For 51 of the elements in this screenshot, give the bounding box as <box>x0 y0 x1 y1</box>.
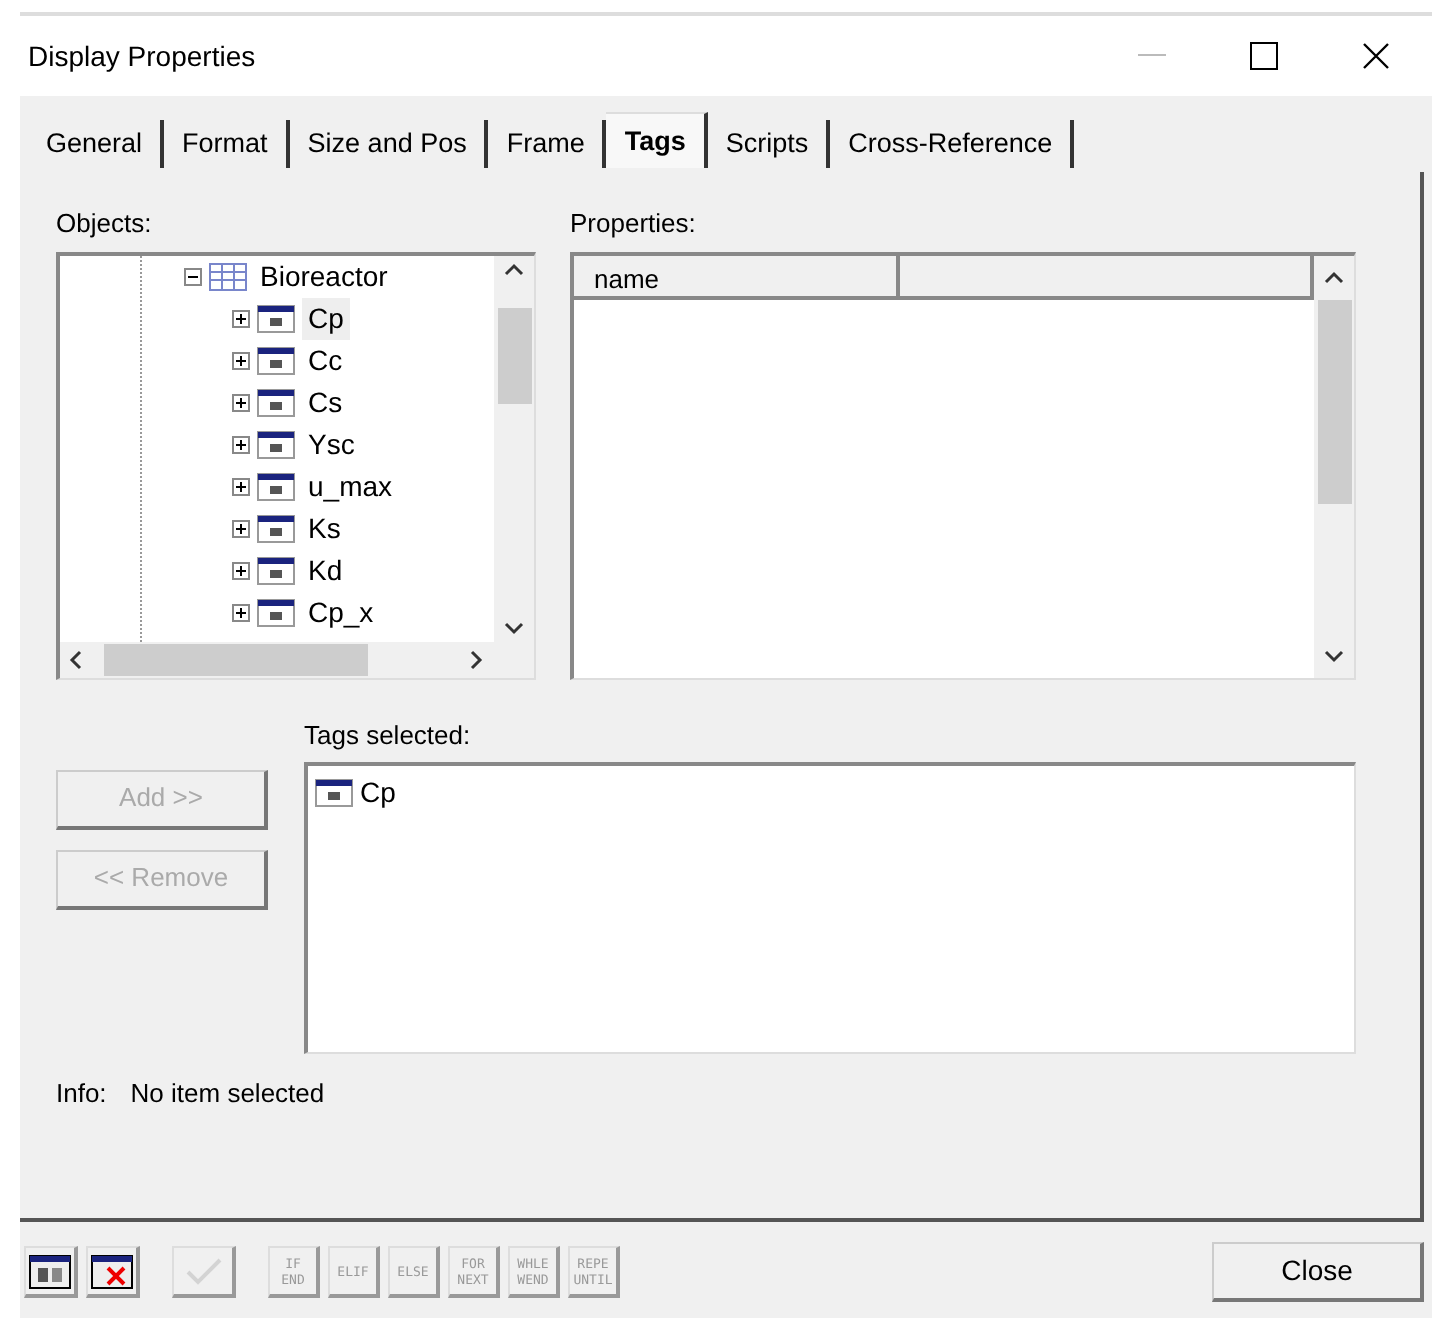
expand-icon[interactable] <box>232 519 250 537</box>
window-title: Display Properties <box>28 37 258 76</box>
tree-item[interactable]: Cp <box>302 297 350 339</box>
scroll-thumb[interactable] <box>104 643 368 675</box>
tree-view[interactable]: Bioreactor Cp Cc Cs Ysc u_max Ks Kd Cp_x <box>56 251 536 679</box>
tree-item[interactable]: Bioreactor <box>254 255 394 297</box>
tag-icon <box>256 303 296 333</box>
tree-item[interactable]: Ysc <box>302 423 361 465</box>
expand-icon[interactable] <box>232 309 250 327</box>
tab[interactable]: Cross-Reference <box>830 120 1075 168</box>
table-icon <box>208 261 248 291</box>
column-header: name <box>574 255 900 295</box>
info-text: No item selected <box>130 1076 325 1112</box>
tree-item[interactable]: Cp_x <box>302 591 380 633</box>
window-delete-icon[interactable] <box>86 1246 140 1298</box>
tree-item[interactable]: Cs <box>302 381 349 423</box>
tag-icon <box>256 513 296 543</box>
collapse-icon[interactable] <box>184 267 202 285</box>
tag-icon <box>256 429 296 459</box>
tree-item[interactable]: Cc <box>302 339 349 381</box>
expand-icon[interactable] <box>232 603 250 621</box>
tree-item[interactable]: Ks <box>302 507 347 549</box>
tag-icon <box>256 555 296 585</box>
objects-label: Objects: <box>56 206 154 242</box>
tag-icon <box>256 387 296 417</box>
close-icon[interactable] <box>1362 42 1390 70</box>
list-item[interactable]: Cp <box>360 772 396 814</box>
tree-item[interactable]: Kd <box>302 549 349 591</box>
expand-icon[interactable] <box>232 561 250 579</box>
tree-item[interactable]: u_max <box>302 465 399 507</box>
expand-icon[interactable] <box>232 477 250 495</box>
tag-icon <box>314 778 354 808</box>
tab[interactable]: Size and Pos <box>289 120 489 168</box>
tag-icon <box>256 471 296 501</box>
close-dialog-button[interactable]: Close <box>1212 1242 1424 1302</box>
scroll-thumb[interactable] <box>497 307 531 403</box>
tab[interactable]: Format <box>164 120 290 168</box>
expand-icon[interactable] <box>232 351 250 369</box>
expand-icon[interactable] <box>232 393 250 411</box>
tag-icon <box>256 345 296 375</box>
tab[interactable]: Scripts <box>707 120 831 168</box>
info-label: Info: <box>56 1076 107 1112</box>
tag-icon <box>256 597 296 627</box>
window-icon[interactable] <box>24 1246 78 1298</box>
scroll-thumb[interactable] <box>1317 299 1351 503</box>
maximize-icon[interactable] <box>1250 42 1278 70</box>
tab[interactable]: General <box>28 120 165 168</box>
tab[interactable]: Tags <box>606 112 708 168</box>
tags-selected-label: Tags selected: <box>304 717 473 754</box>
expand-icon[interactable] <box>232 435 250 453</box>
properties-label: Properties: <box>570 206 698 242</box>
